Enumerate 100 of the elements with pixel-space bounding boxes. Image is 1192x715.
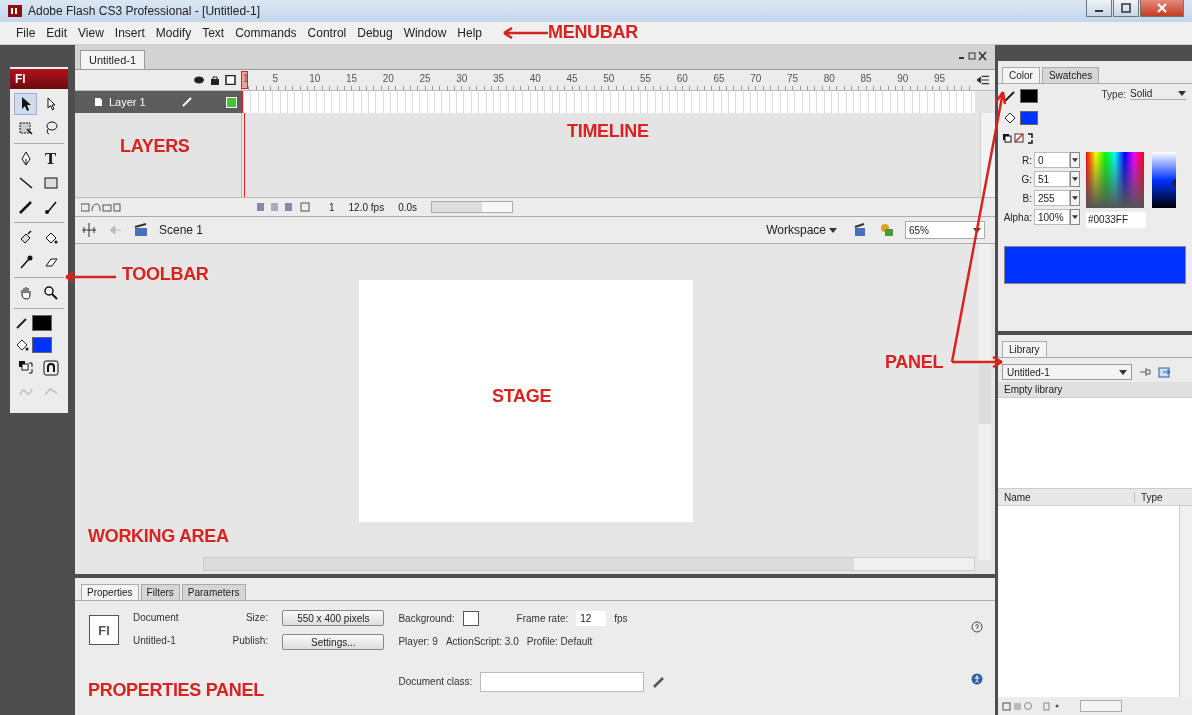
- frame-number: 25: [419, 73, 431, 84]
- panel-tab[interactable]: Swatches: [1041, 67, 1100, 83]
- channel-field[interactable]: 100%: [1034, 209, 1070, 225]
- new-library-icon[interactable]: [1158, 365, 1172, 379]
- pencil-icon[interactable]: [652, 675, 667, 689]
- frame-number: 50: [603, 73, 615, 84]
- menu-item[interactable]: View: [78, 26, 104, 40]
- maximize-button[interactable]: [1113, 0, 1139, 17]
- vertical-scrollbar[interactable]: [1179, 506, 1192, 697]
- panel-tab[interactable]: Color: [1002, 67, 1040, 83]
- color-well[interactable]: [1020, 89, 1038, 103]
- channel-field[interactable]: 255: [1034, 190, 1070, 206]
- frame-number: 20: [382, 73, 394, 84]
- panel-tab[interactable]: Library: [1002, 341, 1047, 357]
- column-header[interactable]: Name: [998, 491, 1135, 503]
- caret-icon: [1178, 91, 1186, 96]
- panel-menu-icon[interactable]: [977, 75, 989, 85]
- channel-field[interactable]: 0: [1034, 152, 1070, 168]
- actionscript-version: ActionScript: 3.0: [445, 635, 519, 649]
- library-dropdown[interactable]: Untitled-1: [1002, 364, 1132, 380]
- channel-dropdown-button[interactable]: [1070, 209, 1080, 225]
- channel-dropdown-button[interactable]: [1070, 171, 1080, 187]
- annotation-label: WORKING AREA: [88, 526, 229, 547]
- color-spectrum[interactable]: [1086, 152, 1144, 208]
- frame-number: 1: [243, 73, 249, 84]
- panel-tab[interactable]: Parameters: [181, 584, 246, 600]
- maximize-icon: [1121, 3, 1131, 13]
- current-frame: 1: [329, 201, 335, 213]
- document-name: Untitled-1: [133, 634, 177, 648]
- menu-item[interactable]: Modify: [155, 26, 192, 40]
- dashed-square-icon: [17, 120, 34, 136]
- accessibility-icon[interactable]: [971, 673, 983, 685]
- horizontal-scrollbar[interactable]: [203, 557, 975, 571]
- hex-field[interactable]: #0033FF: [1086, 212, 1146, 228]
- playhead[interactable]: [241, 71, 248, 89]
- menu-item[interactable]: Window: [403, 26, 447, 40]
- channel-dropdown-button[interactable]: [1070, 152, 1080, 168]
- caret-icon: [1119, 369, 1127, 375]
- zoom-field[interactable]: 65%: [905, 221, 985, 239]
- document-tab[interactable]: Untitled-1: [80, 50, 146, 69]
- close-icon: [1157, 3, 1167, 13]
- menu-item[interactable]: Debug: [357, 26, 393, 40]
- edit-objects-icon[interactable]: [879, 222, 895, 238]
- menu-item[interactable]: Commands: [235, 26, 297, 40]
- frame-number: 80: [823, 73, 835, 84]
- annotation-label: PROPERTIES PANEL: [88, 680, 264, 701]
- frame-number: 40: [529, 73, 541, 84]
- caret-icon: [1072, 158, 1078, 162]
- document-class-label: Document class:: [398, 675, 473, 689]
- panel-tab[interactable]: Filters: [140, 584, 180, 600]
- minimize-button[interactable]: [1086, 0, 1112, 17]
- timeline-toggle-icon[interactable]: [81, 222, 97, 238]
- size-button[interactable]: 550 x 400 pixels: [282, 610, 385, 626]
- workspace-menu-button[interactable]: Workspace: [766, 223, 837, 237]
- frame-rate-field[interactable]: 12: [576, 611, 607, 626]
- menu-item[interactable]: Text: [202, 26, 225, 40]
- frame-number: 30: [456, 73, 468, 84]
- caret-icon: [1072, 215, 1078, 219]
- scene-name[interactable]: Scene 1: [159, 223, 204, 237]
- channel-dropdown-button[interactable]: [1070, 190, 1080, 206]
- frame-number: 90: [897, 73, 909, 84]
- horizontal-scrollbar[interactable]: [1080, 700, 1122, 712]
- layer-outline-swatch: [226, 96, 237, 108]
- stroke-color-button[interactable]: [14, 313, 52, 333]
- pin-icon[interactable]: [1138, 365, 1152, 379]
- menu-item[interactable]: Help: [457, 26, 482, 40]
- settings-button[interactable]: Settings...: [282, 634, 385, 650]
- vertical-scrollbar[interactable]: [979, 244, 991, 560]
- add-layer-icon[interactable]: [81, 202, 121, 212]
- pencil-icon: [17, 199, 34, 215]
- help-icon[interactable]: [971, 621, 983, 633]
- frame-number: 55: [639, 73, 651, 84]
- annotation-arrow: [502, 26, 548, 40]
- type-label: Type:: [1101, 88, 1126, 102]
- type-dropdown[interactable]: Solid: [1130, 88, 1186, 100]
- annotation-arrow: [64, 270, 116, 284]
- lock-icon: [209, 75, 221, 85]
- column-header[interactable]: Type: [1135, 491, 1163, 503]
- channel-label: B:: [1021, 192, 1033, 204]
- close-button[interactable]: [1140, 0, 1184, 17]
- channel-label: R:: [1021, 154, 1033, 166]
- clapperboard-icon: [133, 222, 149, 238]
- menu-item[interactable]: Edit: [46, 26, 68, 40]
- tool-button[interactable]: T: [39, 148, 62, 170]
- document-class-field[interactable]: [480, 672, 645, 692]
- panel-tab[interactable]: Properties: [81, 584, 139, 600]
- layer-row[interactable]: Layer 1: [75, 91, 241, 113]
- horizontal-scrollbar[interactable]: [431, 201, 514, 213]
- channel-field[interactable]: 51: [1034, 171, 1070, 187]
- frame-number: 10: [309, 73, 321, 84]
- menu-item[interactable]: Insert: [114, 26, 145, 40]
- color-well[interactable]: [1020, 111, 1038, 125]
- menu-item[interactable]: File: [16, 26, 36, 40]
- caret-icon: [1072, 196, 1078, 200]
- tool-button[interactable]: [14, 93, 37, 115]
- background-color-swatch[interactable]: [462, 611, 479, 626]
- fill-color-button[interactable]: [14, 335, 52, 355]
- layer-name: Layer 1: [109, 96, 146, 108]
- menu-item[interactable]: Control: [307, 26, 347, 40]
- brush-icon: [42, 199, 59, 215]
